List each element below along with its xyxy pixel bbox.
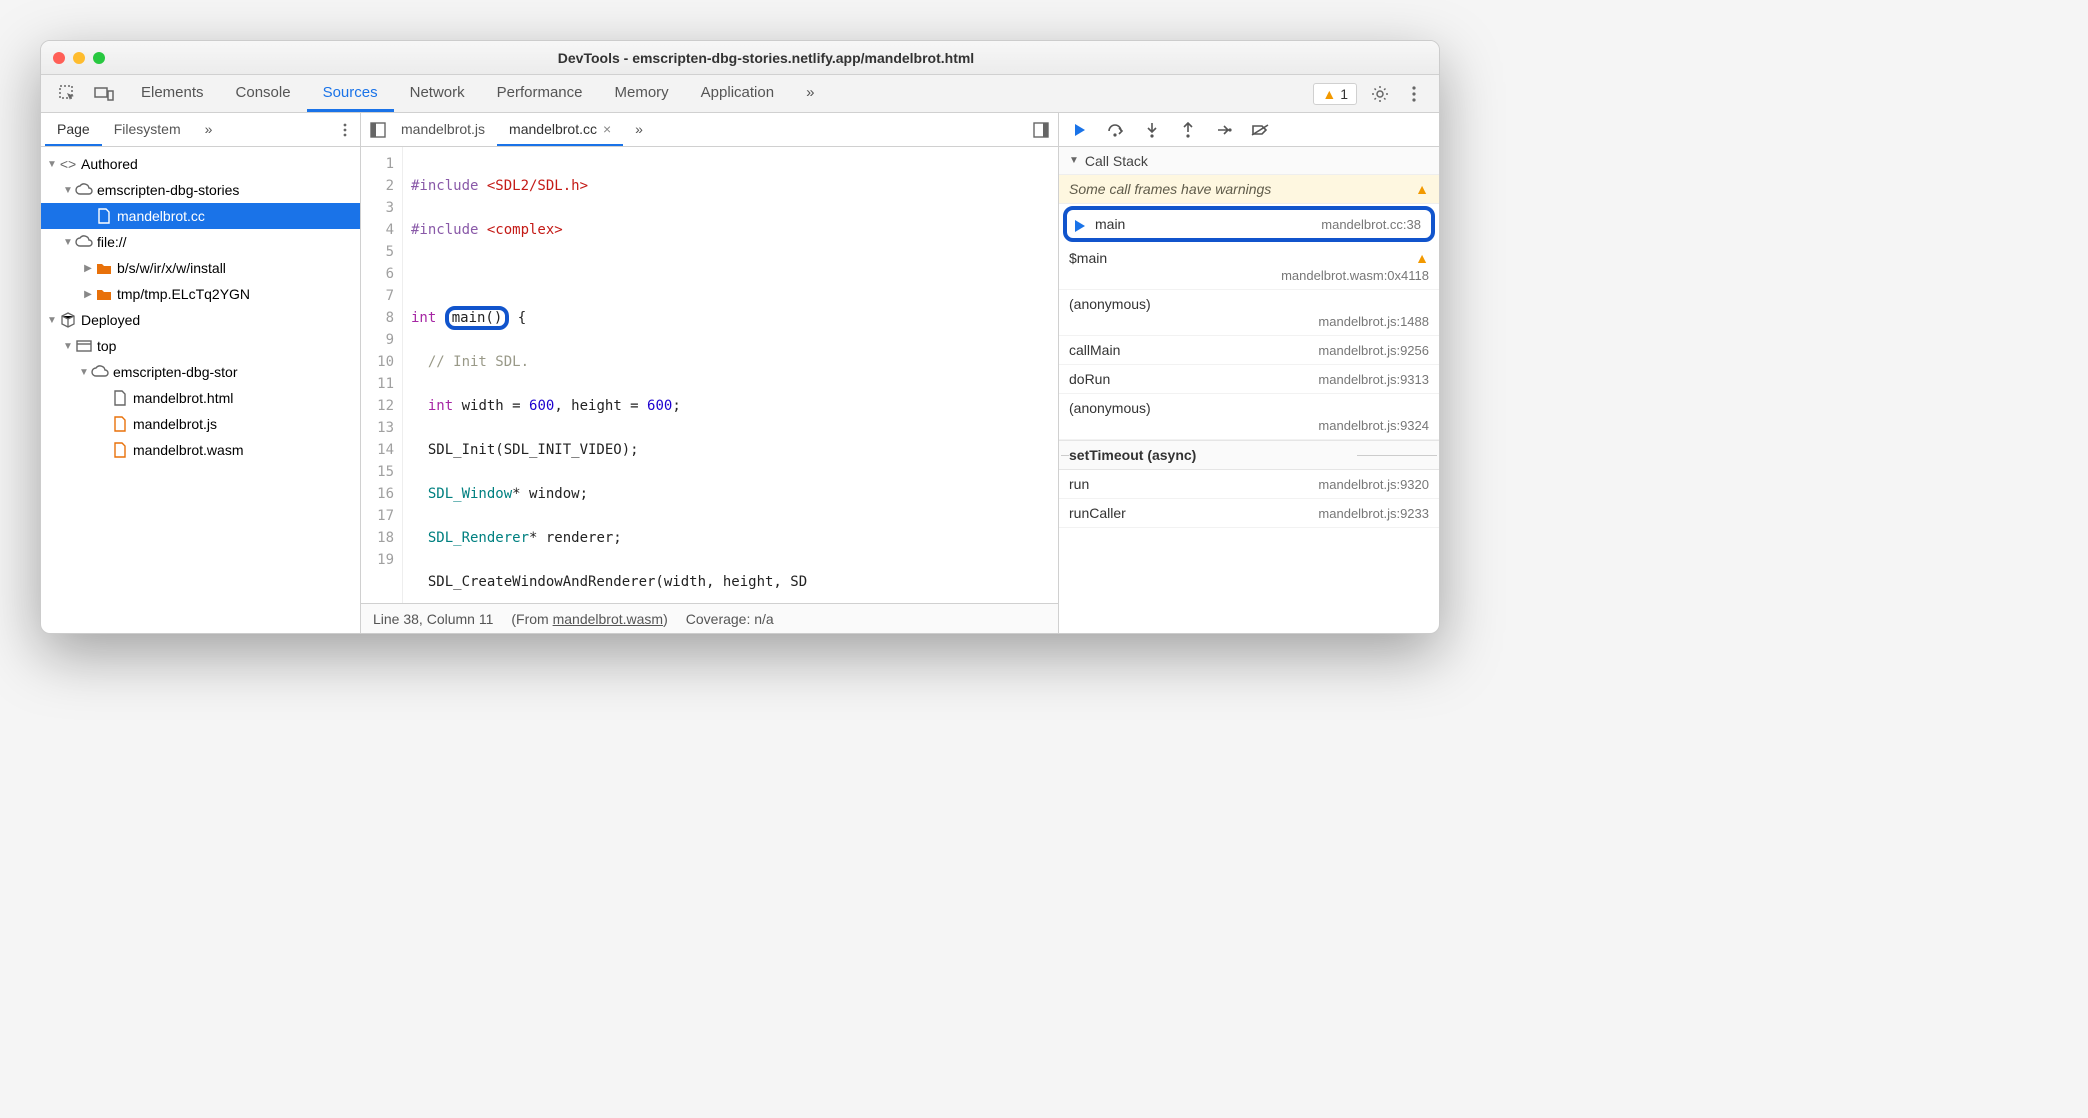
debugger-toolbar [1059,113,1439,147]
tree-frame-top[interactable]: ▼top [41,333,360,359]
editor-tabs-overflow-icon[interactable]: » [623,113,655,146]
navigator-tabs: Page Filesystem » [41,113,360,147]
nav-more-icon[interactable] [334,119,356,141]
cloud-icon [75,233,93,251]
tree-file-js[interactable]: mandelbrot.js [41,411,360,437]
editor-panel: mandelbrot.js mandelbrot.cc× » 123456789… [361,113,1059,633]
device-toolbar-icon[interactable] [93,83,115,105]
tab-memory[interactable]: Memory [599,75,685,112]
tree-origin-file[interactable]: ▼file:// [41,229,360,255]
highlighted-symbol: main() [445,306,510,330]
callstack-list: main mandelbrot.cc:38 $main▲ mandelbrot.… [1059,204,1439,528]
editor-statusbar: Line 38, Column 11 (From mandelbrot.wasm… [361,603,1058,633]
source-map-from: (From mandelbrot.wasm) [511,611,667,627]
warning-icon: ▲ [1415,181,1429,197]
file-icon [111,389,129,407]
tree-origin-deployed[interactable]: ▼emscripten-dbg-stor [41,359,360,385]
tree-folder-install[interactable]: ▶b/s/w/ir/x/w/install [41,255,360,281]
deactivate-breakpoints-icon[interactable] [1249,119,1271,141]
nav-tab-page[interactable]: Page [45,113,102,146]
warnings-count: 1 [1340,86,1348,102]
tree-file-wasm[interactable]: mandelbrot.wasm [41,437,360,463]
settings-icon[interactable] [1369,83,1391,105]
window-controls [53,52,105,64]
editor-tab-cc[interactable]: mandelbrot.cc× [497,113,623,146]
editor-tabs: mandelbrot.js mandelbrot.cc× » [361,113,1058,147]
stack-frame[interactable]: doRun mandelbrot.js:9313 [1059,365,1439,394]
toggle-navigator-icon[interactable] [367,119,389,141]
async-separator: setTimeout (async) [1059,440,1439,470]
deployed-icon [59,311,77,329]
tab-network[interactable]: Network [394,75,481,112]
step-over-icon[interactable] [1105,119,1127,141]
tab-sources[interactable]: Sources [307,75,394,112]
nav-tabs-overflow-icon[interactable]: » [193,113,225,146]
tree-origin[interactable]: ▼emscripten-dbg-stories [41,177,360,203]
stack-frame[interactable]: run mandelbrot.js:9320 [1059,470,1439,499]
file-tree: ▼<>Authored ▼emscripten-dbg-stories mand… [41,147,360,633]
tree-folder-tmp[interactable]: ▶tmp/tmp.ELcTq2YGN [41,281,360,307]
tab-console[interactable]: Console [220,75,307,112]
coverage-label: Coverage: n/a [686,611,774,627]
panel-tabs: Elements Console Sources Network Perform… [125,75,830,112]
tab-application[interactable]: Application [685,75,790,112]
tab-elements[interactable]: Elements [125,75,220,112]
tabs-overflow-icon[interactable]: » [790,75,830,112]
step-icon[interactable] [1213,119,1235,141]
tree-file-mandelbrot-cc[interactable]: mandelbrot.cc [41,203,360,229]
line-gutter: 12345678910111213141516171819 [361,147,403,603]
content-area: Page Filesystem » ▼<>Authored ▼emscripte… [41,113,1439,633]
main-toolbar: Elements Console Sources Network Perform… [41,75,1439,113]
devtools-window: DevTools - emscripten-dbg-stories.netlif… [40,40,1440,634]
cloud-icon [75,181,93,199]
more-options-icon[interactable] [1403,83,1425,105]
code-content: #include <SDL2/SDL.h> #include <complex>… [403,147,1058,603]
warning-icon: ▲ [1415,250,1429,266]
tree-group-deployed[interactable]: ▼Deployed [41,307,360,333]
warning-icon: ▲ [1322,86,1336,102]
script-file-icon [111,415,129,433]
callstack-warning: Some call frames have warnings ▲ [1059,175,1439,204]
window-title: DevTools - emscripten-dbg-stories.netlif… [105,50,1427,66]
titlebar: DevTools - emscripten-dbg-stories.netlif… [41,41,1439,75]
resume-icon[interactable] [1069,119,1091,141]
file-icon [95,207,113,225]
frame-icon [75,337,93,355]
cloud-icon [91,363,109,381]
step-out-icon[interactable] [1177,119,1199,141]
stack-frame[interactable]: callMain mandelbrot.js:9256 [1059,336,1439,365]
stack-frame[interactable]: (anonymous) mandelbrot.js:1488 [1059,290,1439,336]
zoom-window-icon[interactable] [93,52,105,64]
script-file-icon [111,441,129,459]
stack-frame[interactable]: runCaller mandelbrot.js:9233 [1059,499,1439,528]
tree-file-html[interactable]: mandelbrot.html [41,385,360,411]
cursor-position: Line 38, Column 11 [373,611,493,627]
tab-performance[interactable]: Performance [481,75,599,112]
nav-tab-filesystem[interactable]: Filesystem [102,113,193,146]
close-window-icon[interactable] [53,52,65,64]
tree-group-authored[interactable]: ▼<>Authored [41,151,360,177]
folder-icon [95,285,113,303]
warnings-badge[interactable]: ▲ 1 [1313,83,1357,105]
stack-frame[interactable]: main mandelbrot.cc:38 [1063,206,1435,242]
navigator-panel: Page Filesystem » ▼<>Authored ▼emscripte… [41,113,361,633]
code-editor[interactable]: 12345678910111213141516171819 #include <… [361,147,1058,603]
stack-frame[interactable]: $main▲ mandelbrot.wasm:0x4118 [1059,244,1439,290]
step-into-icon[interactable] [1141,119,1163,141]
inspect-element-icon[interactable] [57,83,79,105]
callstack-header[interactable]: ▼ Call Stack [1059,147,1439,175]
folder-icon [95,259,113,277]
editor-tab-js[interactable]: mandelbrot.js [389,113,497,146]
brackets-icon: <> [59,155,77,173]
stack-frame[interactable]: (anonymous) mandelbrot.js:9324 [1059,394,1439,440]
close-tab-icon[interactable]: × [603,121,611,137]
toggle-debugger-icon[interactable] [1030,119,1052,141]
debugger-panel: ▼ Call Stack Some call frames have warni… [1059,113,1439,633]
minimize-window-icon[interactable] [73,52,85,64]
